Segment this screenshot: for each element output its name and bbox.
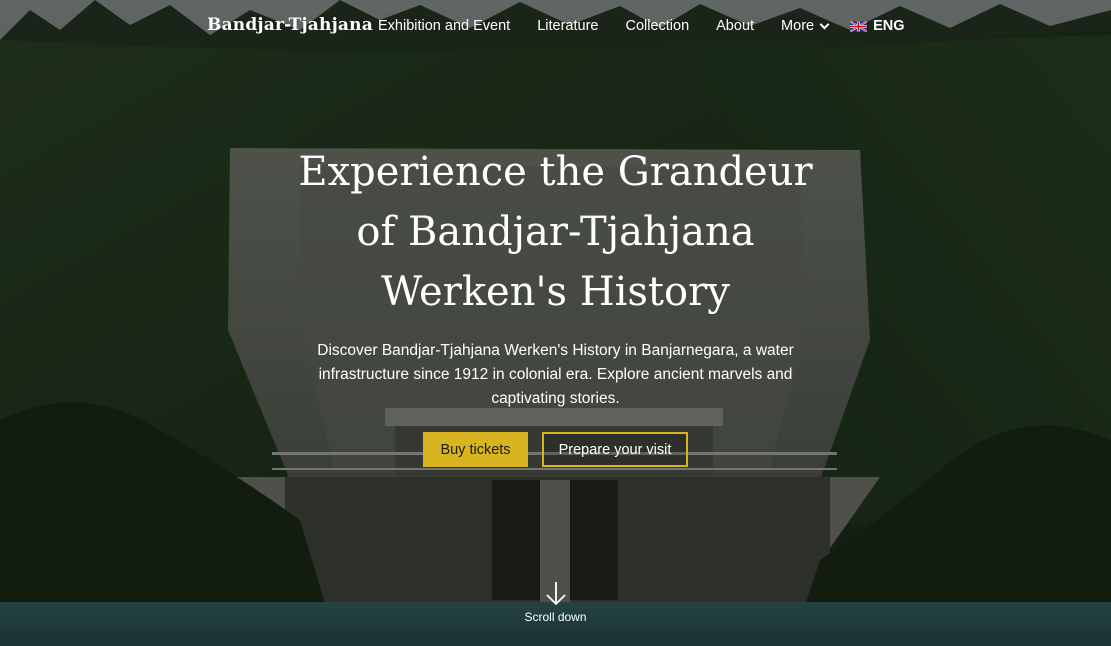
scroll-down-indicator[interactable]: Scroll down: [0, 581, 1111, 624]
prepare-visit-button[interactable]: Prepare your visit: [542, 432, 688, 467]
hero-title-line-1: Experience the Grandeur: [298, 149, 813, 195]
top-navbar: Bandjar-Tjahjana Exhibition and Event Li…: [0, 0, 1111, 56]
hero-cta-group: Buy tickets Prepare your visit: [0, 432, 1111, 467]
hero-overlay: [0, 0, 1111, 646]
hero-title-line-2: of Bandjar-Tjahjana: [356, 209, 755, 255]
hero-background: [0, 0, 1111, 646]
buy-tickets-button[interactable]: Buy tickets: [423, 432, 528, 467]
language-label: ENG: [873, 18, 905, 34]
nav-link-exhibition[interactable]: Exhibition and Event: [378, 18, 510, 34]
nav-links: Exhibition and Event Literature Collecti…: [378, 18, 905, 34]
hero-title: Experience the Grandeur of Bandjar-Tjahj…: [0, 142, 1111, 322]
hero-title-line-3: Werken's History: [381, 269, 730, 315]
language-switcher[interactable]: ENG: [850, 18, 905, 34]
scroll-down-label: Scroll down: [524, 610, 587, 624]
brand-logo[interactable]: Bandjar-Tjahjana: [207, 15, 373, 35]
nav-link-literature[interactable]: Literature: [537, 18, 598, 34]
nav-more-label: More: [781, 18, 815, 34]
chevron-down-icon: [819, 19, 830, 29]
nav-link-collection[interactable]: Collection: [625, 18, 689, 34]
arrow-down-icon: [545, 582, 566, 606]
hero-description: Discover Bandjar-Tjahjana Werken's Histo…: [317, 342, 794, 407]
nav-link-about[interactable]: About: [716, 18, 754, 34]
uk-flag-icon: [850, 20, 868, 32]
nav-more-dropdown[interactable]: More: [781, 18, 830, 34]
